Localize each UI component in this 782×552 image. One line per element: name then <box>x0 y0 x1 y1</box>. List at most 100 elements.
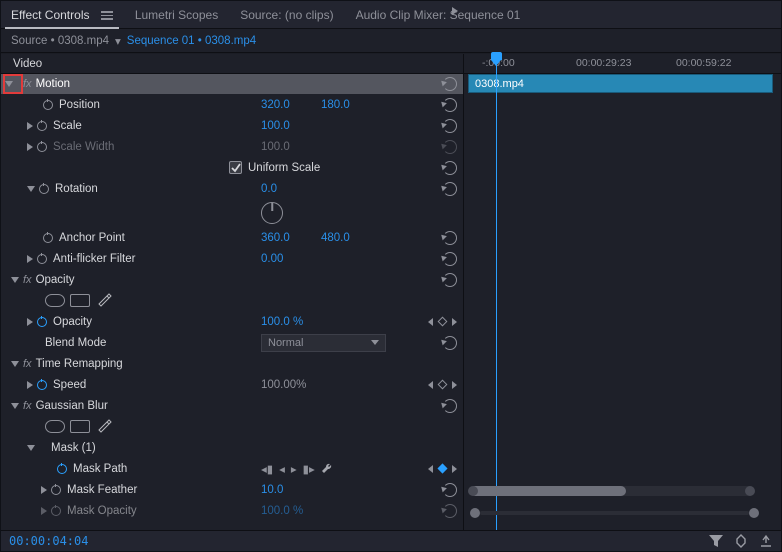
stopwatch-icon[interactable] <box>37 121 47 131</box>
disclosure-icon[interactable] <box>11 277 19 283</box>
tab-source[interactable]: Source: (no clips) <box>240 8 333 22</box>
tab-lumetri-scopes[interactable]: Lumetri Scopes <box>135 8 218 22</box>
position-y[interactable]: 180.0 <box>321 99 350 111</box>
export-icon[interactable] <box>759 535 773 547</box>
uniform-scale-checkbox[interactable] <box>229 161 242 174</box>
reset-icon[interactable] <box>443 182 457 196</box>
fx-icon[interactable]: fx <box>23 274 32 286</box>
rect-mask-icon[interactable] <box>70 420 90 433</box>
rotation-dial-icon[interactable] <box>261 202 283 224</box>
rotation-value[interactable]: 0.0 <box>261 183 277 195</box>
stopwatch-icon[interactable] <box>57 464 67 474</box>
reset-icon[interactable] <box>443 161 457 175</box>
scale-value[interactable]: 100.0 <box>261 120 290 132</box>
fx-icon[interactable]: fx <box>23 400 32 412</box>
reset-icon[interactable] <box>443 231 457 245</box>
reset-icon[interactable] <box>443 483 457 497</box>
rect-mask-icon[interactable] <box>70 294 90 307</box>
wrench-icon[interactable] <box>321 461 334 477</box>
disclosure-icon[interactable] <box>41 486 47 494</box>
mask-feather-value[interactable]: 10.0 <box>261 484 283 496</box>
anchor-x[interactable]: 360.0 <box>261 232 290 244</box>
track-back-one-icon[interactable]: ◂▮ <box>261 462 273 476</box>
next-keyframe-icon[interactable] <box>452 381 457 389</box>
disclosure-icon[interactable] <box>11 361 19 367</box>
reset-icon[interactable] <box>443 273 457 287</box>
reset-icon[interactable] <box>443 119 457 133</box>
add-keyframe-icon[interactable] <box>438 464 448 474</box>
reset-icon[interactable] <box>443 336 457 350</box>
scrollbar-cap[interactable] <box>745 486 755 496</box>
reset-icon[interactable] <box>443 77 457 91</box>
effect-opacity[interactable]: fx Opacity <box>1 269 463 290</box>
stopwatch-icon[interactable] <box>43 100 53 110</box>
disclosure-icon[interactable] <box>11 403 19 409</box>
fx-icon[interactable]: fx <box>23 358 32 370</box>
ellipse-mask-icon[interactable] <box>45 294 65 307</box>
prev-keyframe-icon[interactable] <box>428 465 433 473</box>
scrollbar-cap[interactable] <box>468 486 478 496</box>
disclosure-icon[interactable] <box>27 381 33 389</box>
prop-mask[interactable]: Mask (1) <box>1 437 463 458</box>
track-back-icon[interactable]: ◂ <box>279 462 285 476</box>
track-forward-icon[interactable]: ▸ <box>291 462 297 476</box>
reset-icon[interactable] <box>443 252 457 266</box>
add-keyframe-icon[interactable] <box>438 317 448 327</box>
track-forward-one-icon[interactable]: ▮▸ <box>303 462 315 476</box>
reset-icon[interactable] <box>443 399 457 413</box>
pen-mask-icon[interactable] <box>97 292 111 309</box>
next-keyframe-icon[interactable] <box>452 318 457 326</box>
fx-icon[interactable]: fx <box>23 78 32 90</box>
disclosure-icon[interactable] <box>27 255 33 263</box>
effect-time-remapping[interactable]: fx Time Remapping <box>1 353 463 374</box>
timeline-clip[interactable]: 0308.mp4 <box>468 74 773 93</box>
zoom-slider[interactable] <box>470 509 759 517</box>
scrollbar-thumb[interactable] <box>470 486 626 496</box>
stopwatch-icon[interactable] <box>37 317 47 327</box>
time-ruler[interactable]: -:00:00 00:00:29:23 00:00:59:22 <box>464 54 781 74</box>
stopwatch-icon[interactable] <box>51 485 61 495</box>
next-keyframe-icon[interactable] <box>452 465 457 473</box>
disclosure-icon[interactable] <box>41 507 47 515</box>
reset-icon[interactable] <box>443 140 457 154</box>
playhead[interactable] <box>496 54 497 530</box>
stopwatch-icon[interactable] <box>51 506 61 516</box>
effect-gaussian-blur[interactable]: fx Gaussian Blur <box>1 395 463 416</box>
chevron-down-icon[interactable]: ▾ <box>115 34 121 48</box>
anchor-y[interactable]: 480.0 <box>321 232 350 244</box>
position-x[interactable]: 320.0 <box>261 99 290 111</box>
timecode[interactable]: 00:00:04:04 <box>9 534 88 548</box>
stopwatch-icon[interactable] <box>43 233 53 243</box>
reset-icon[interactable] <box>443 504 457 518</box>
sequence-link[interactable]: Sequence 01 • 0308.mp4 <box>127 35 256 47</box>
disclosure-icon[interactable] <box>27 445 35 451</box>
reset-icon[interactable] <box>443 98 457 112</box>
pen-mask-icon[interactable] <box>97 418 111 435</box>
filter-icon[interactable] <box>709 535 723 547</box>
disclosure-icon[interactable] <box>27 122 33 130</box>
blend-mode-select[interactable]: Normal <box>261 334 386 352</box>
stopwatch-icon[interactable] <box>39 184 49 194</box>
tab-audio-mixer[interactable]: Audio Clip Mixer: Sequence 01 <box>356 8 521 22</box>
zoom-handle[interactable] <box>749 508 759 518</box>
timeline-scrollbar[interactable] <box>470 486 753 496</box>
stopwatch-icon[interactable] <box>37 380 47 390</box>
stopwatch-icon[interactable] <box>37 254 47 264</box>
zoom-handle[interactable] <box>470 508 480 518</box>
speed-value[interactable]: 100.00% <box>261 379 306 391</box>
tab-effect-controls[interactable]: Effect Controls <box>11 8 113 22</box>
mask-opacity-value[interactable]: 100.0 % <box>261 505 303 517</box>
stopwatch-icon[interactable] <box>37 142 47 152</box>
disclosure-icon[interactable] <box>27 318 33 326</box>
prev-keyframe-icon[interactable] <box>428 318 433 326</box>
hamburger-icon[interactable] <box>101 11 113 20</box>
opacity-value[interactable]: 100.0 % <box>261 316 303 328</box>
ellipse-mask-icon[interactable] <box>45 420 65 433</box>
effect-motion[interactable]: fx Motion <box>1 74 463 94</box>
prev-keyframe-icon[interactable] <box>428 381 433 389</box>
disclosure-icon[interactable] <box>27 186 35 192</box>
disclosure-icon[interactable] <box>27 143 33 151</box>
play-only-icon[interactable] <box>447 1 463 21</box>
keyframe-toggle-icon[interactable] <box>735 535 747 547</box>
antiflicker-value[interactable]: 0.00 <box>261 253 283 265</box>
